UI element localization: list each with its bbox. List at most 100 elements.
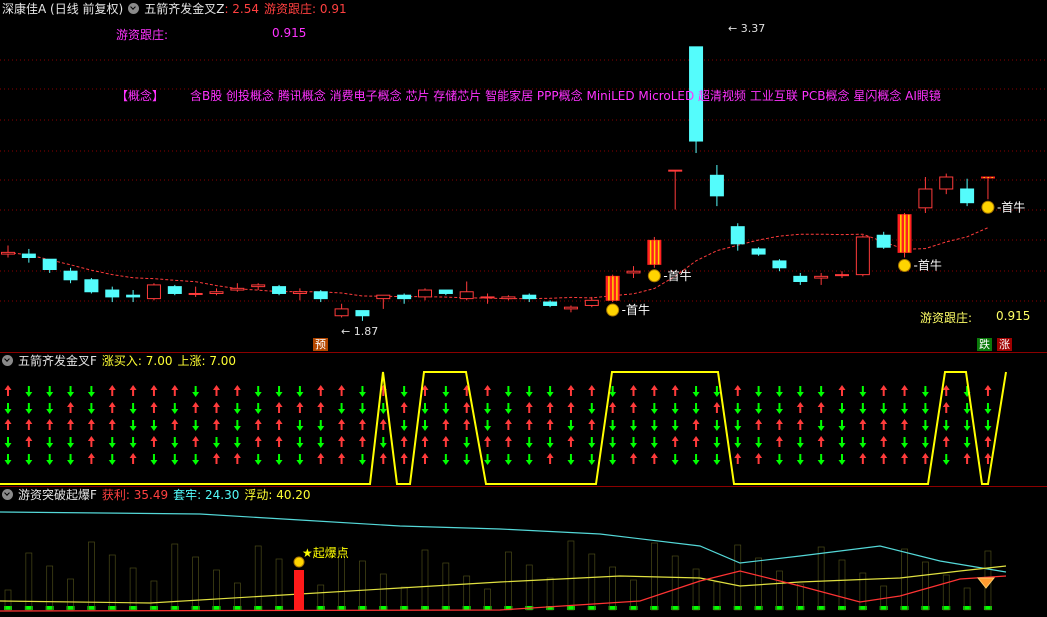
indicator3-menu-icon[interactable] [2, 489, 13, 500]
youzi-value-2: 0.915 [996, 309, 1031, 323]
indicator2-name[interactable]: 五箭齐发金叉F [18, 354, 97, 368]
forecast-badge[interactable]: 预 [313, 338, 328, 351]
bull-stripe [649, 240, 652, 265]
down-arrow-icon [358, 454, 366, 465]
up-arrow-icon [984, 385, 992, 396]
up-arrow-icon [358, 436, 366, 447]
up-arrow-icon [25, 436, 33, 447]
candle-body [709, 174, 724, 197]
indicator2-menu-icon[interactable] [2, 355, 13, 366]
up-arrow-icon [630, 402, 637, 413]
candle-body [730, 226, 745, 245]
volume-bar [671, 555, 679, 611]
up-arrow-icon [755, 419, 763, 430]
up-arrow-icon [525, 419, 533, 430]
down-arrow-icon [338, 403, 346, 414]
down-arrow-icon [775, 403, 783, 414]
volume-bar [901, 548, 908, 611]
down-arrow-icon [692, 403, 700, 414]
volume-bar [859, 572, 867, 611]
low-value: 1.87 [353, 325, 379, 338]
down-arrow-icon [275, 386, 283, 397]
volume-bar [67, 578, 74, 611]
candle-body [126, 294, 141, 298]
volume-bar [234, 582, 241, 611]
indicator-menu-icon[interactable] [128, 3, 140, 14]
up-arrow-icon [233, 453, 241, 464]
up-arrow-icon [463, 419, 471, 430]
down-arrow-icon [150, 454, 158, 465]
up-arrow-icon [630, 453, 637, 464]
down-arrow-icon [296, 437, 304, 448]
up-arrow-icon [609, 402, 617, 413]
volume-bar [192, 556, 199, 611]
down-arrow-icon [192, 454, 200, 465]
down-arrow-icon [379, 403, 387, 414]
down-arrow-icon [713, 454, 721, 465]
down-arrow-icon [296, 420, 304, 431]
candle-body [209, 291, 224, 294]
down-arrow-icon [734, 437, 742, 448]
candle-body [438, 289, 453, 294]
up-arrow-icon [546, 453, 554, 464]
up-arrow-icon [588, 419, 596, 430]
money-bag-icon [898, 259, 912, 273]
up-arrow-icon [213, 385, 220, 396]
down-arrow-icon [46, 386, 54, 397]
up-arrow-icon [921, 453, 929, 464]
down-arrow-icon [254, 386, 262, 397]
down-arrow-icon [400, 420, 408, 431]
down-arrow-icon [129, 420, 137, 431]
concept-label: 【概念】 [116, 89, 165, 103]
up-arrow-icon [942, 385, 950, 396]
down-arrow-icon [942, 420, 950, 431]
burst-bar [294, 570, 304, 610]
die-badge[interactable]: 跌 [977, 338, 992, 351]
candle-body [835, 274, 849, 277]
bull-stripe [900, 214, 902, 253]
down-arrow-icon [650, 403, 658, 414]
candle-body [251, 284, 266, 288]
up-arrow-icon [338, 385, 346, 396]
up-arrow-icon [379, 453, 387, 464]
down-arrow-icon [630, 437, 637, 448]
up-arrow-icon [87, 419, 95, 430]
up-arrow-icon [129, 385, 137, 396]
down-arrow-icon [775, 386, 783, 397]
down-arrow-icon [525, 454, 533, 465]
down-arrow-icon [609, 420, 617, 431]
volume-bar [254, 545, 262, 611]
down-arrow-icon [213, 437, 220, 448]
up-arrow-icon [400, 402, 408, 413]
signal-svg [0, 371, 1007, 485]
down-arrow-icon [171, 437, 179, 448]
up-arrow-icon [150, 385, 158, 396]
stock-title[interactable]: 深康佳A (日线 前复权) [2, 2, 123, 16]
down-arrow-icon [4, 403, 12, 414]
down-arrow-icon [442, 454, 450, 465]
volume-bar [129, 567, 137, 611]
candle-body [772, 260, 787, 269]
first-bull-label: -首牛 [622, 302, 650, 317]
volume-bar [588, 553, 596, 611]
candle-body [146, 284, 161, 300]
up-arrow-icon [963, 453, 971, 464]
indicator3-name[interactable]: 游资突破起爆F [18, 488, 97, 502]
up-arrow-icon [421, 453, 429, 464]
burst-label: ★起爆点 [302, 546, 349, 560]
down-arrow-icon [442, 386, 450, 397]
candle-body [397, 294, 412, 300]
up-arrow-icon [734, 453, 742, 464]
up-arrow-icon [901, 385, 909, 396]
first-bull-label: -首牛 [997, 199, 1025, 214]
candle-body [313, 291, 328, 300]
zhang-badge[interactable]: 涨 [997, 338, 1012, 351]
down-arrow-icon [838, 437, 846, 448]
down-arrow-icon [567, 454, 575, 465]
down-arrow-icon [817, 420, 825, 431]
down-arrow-icon [859, 386, 867, 397]
down-arrow-icon [588, 403, 596, 414]
up-arrow-icon [775, 419, 783, 430]
bull-stripe [608, 276, 610, 301]
indicator-name[interactable]: 五箭齐发金叉Z [144, 2, 224, 16]
